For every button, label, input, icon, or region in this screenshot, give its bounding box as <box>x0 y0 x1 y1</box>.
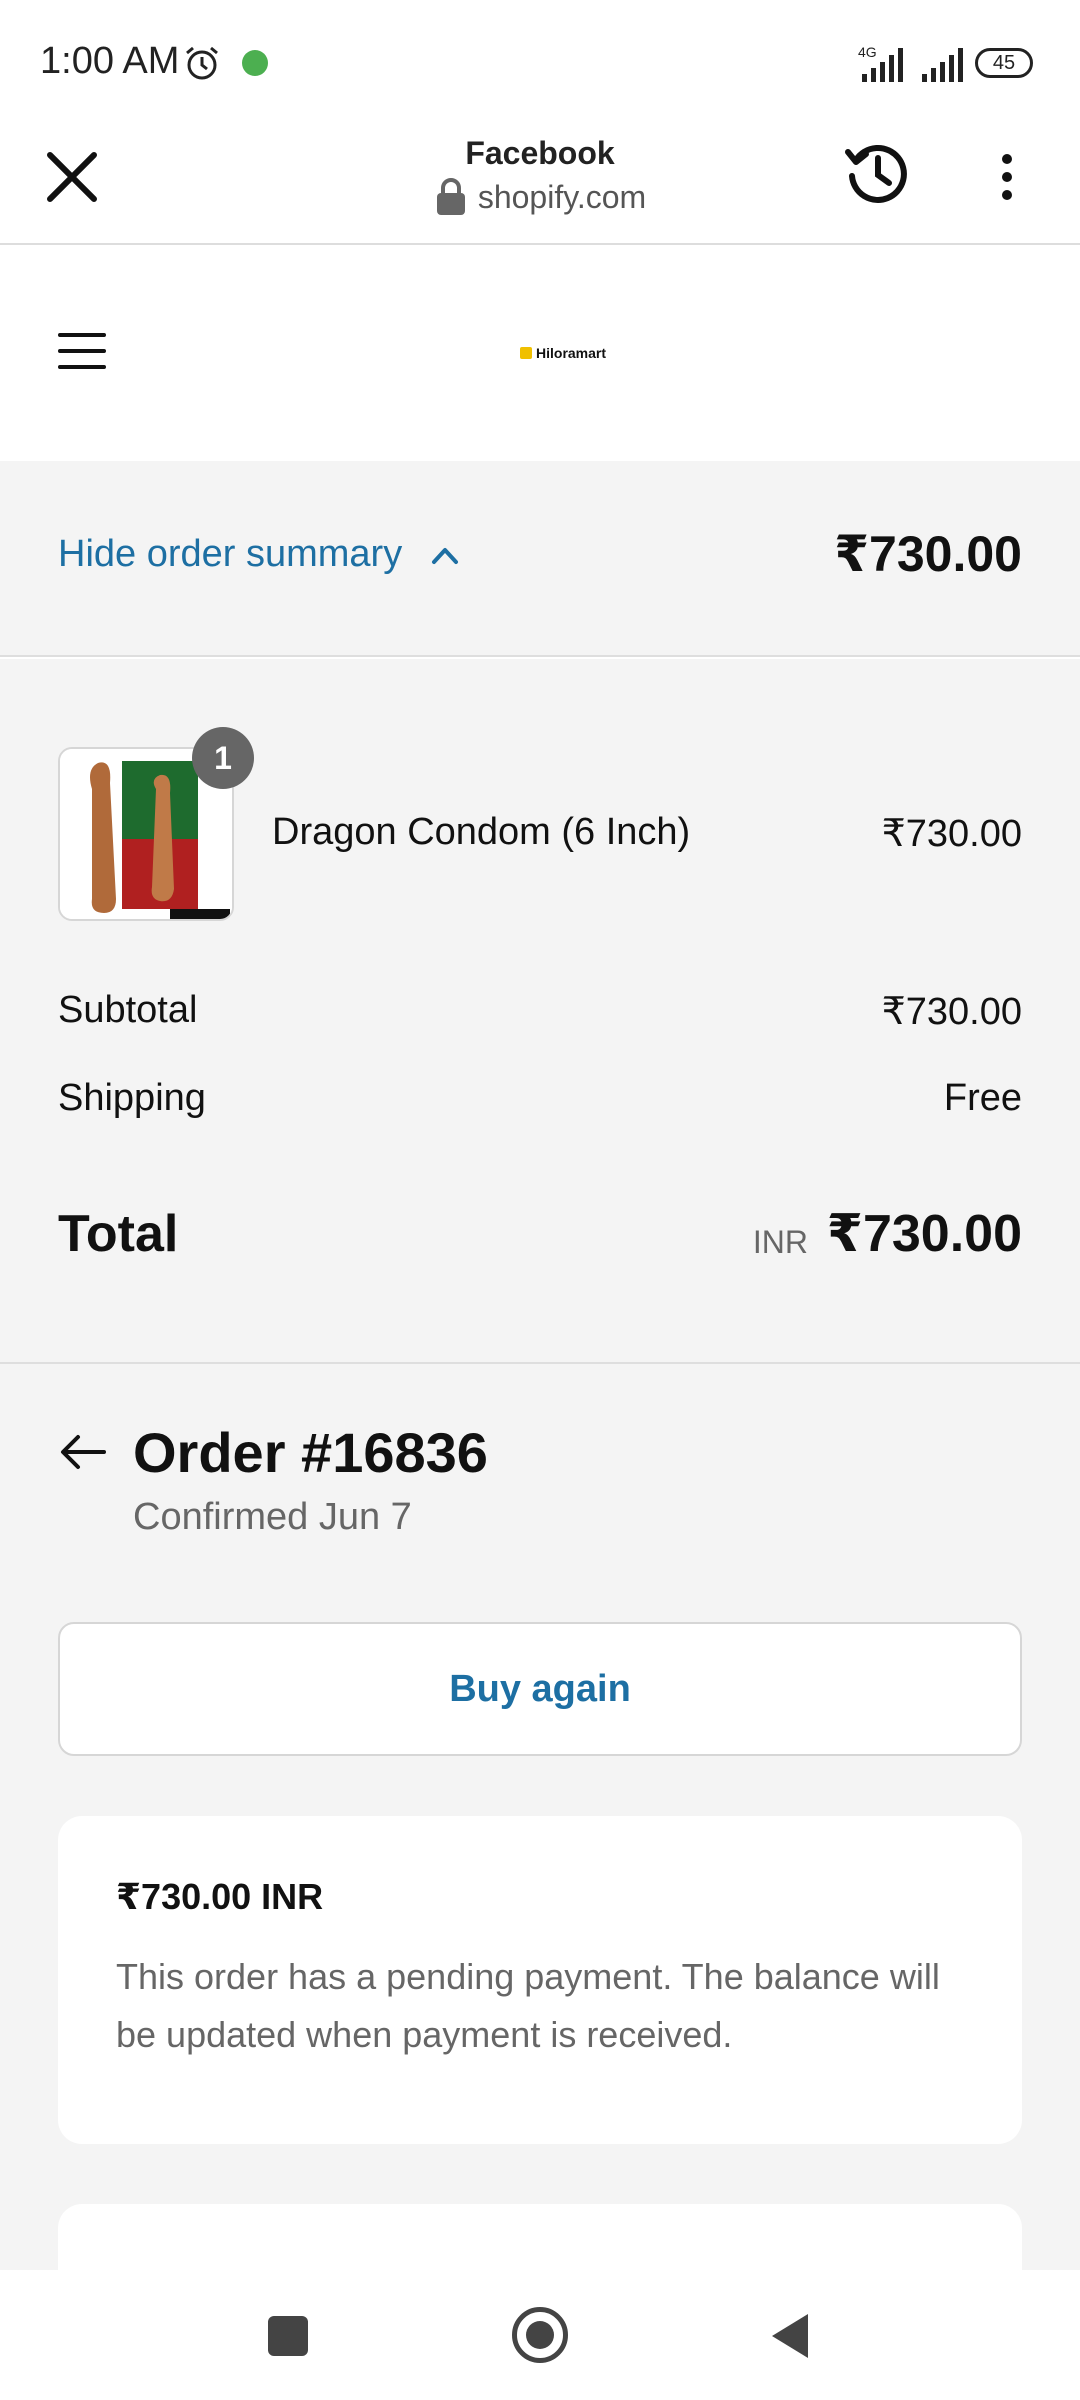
summary-total: ₹730.00 <box>834 526 1022 582</box>
payment-amount: ₹730.00 INR <box>116 1876 324 1917</box>
more-options-icon[interactable] <box>990 151 1024 203</box>
whatsapp-notification-icon <box>242 50 268 76</box>
signal-icon-2 <box>922 46 963 82</box>
quantity-badge: 1 <box>192 727 254 789</box>
status-time: 1:00 AM <box>40 40 180 82</box>
order-title: Order #16836 <box>133 1421 488 1484</box>
shipping-value: Free <box>943 1077 1022 1119</box>
total-label: Total <box>58 1205 179 1263</box>
menu-icon[interactable] <box>58 333 106 373</box>
lock-icon <box>436 178 465 215</box>
buy-again-button[interactable]: Buy again <box>58 1622 1022 1756</box>
product-name: Dragon Condom (6 Inch) <box>272 811 691 853</box>
product-price: ₹730.00 <box>881 813 1022 855</box>
page-url: shopify.com <box>477 178 647 215</box>
logo-mark-icon <box>520 347 532 359</box>
history-icon[interactable] <box>842 138 912 208</box>
home-button[interactable] <box>512 2307 568 2363</box>
order-status-section: Order #16836 Confirmed Jun 7 Buy again ₹… <box>0 1364 1080 2324</box>
subtotal-label: Subtotal <box>58 989 198 1031</box>
page-title: Facebook <box>465 135 615 171</box>
payment-note: This order has a pending payment. The ba… <box>116 1956 940 2055</box>
signal-icon <box>862 46 903 82</box>
battery-icon: 45 <box>975 48 1033 78</box>
subtotal-value: ₹730.00 <box>881 991 1022 1033</box>
store-logo[interactable]: Hiloramart <box>520 345 606 361</box>
total-currency: INR <box>752 1224 808 1260</box>
alarm-icon <box>186 46 218 80</box>
recents-button[interactable] <box>268 2316 308 2356</box>
total-value: ₹730.00 <box>826 1205 1022 1263</box>
browser-toolbar: Facebook shopify.com <box>0 125 1080 245</box>
shipping-label: Shipping <box>58 1077 206 1119</box>
order-confirmed-date: Confirmed Jun 7 <box>133 1496 412 1538</box>
back-triangle-icon[interactable] <box>770 2312 810 2360</box>
status-bar: 1:00 AM 4G 45 <box>0 0 1080 125</box>
chevron-up-icon <box>432 548 458 564</box>
payment-status-card: ₹730.00 INR This order has a pending pay… <box>58 1816 1022 2144</box>
order-summary: 1 Dragon Condom (6 Inch) ₹730.00 Subtota… <box>0 659 1080 1364</box>
back-arrow-icon[interactable] <box>58 1432 108 1472</box>
system-nav-bar <box>0 2270 1080 2400</box>
toggle-label[interactable]: Hide order summary <box>58 533 402 576</box>
order-summary-toggle[interactable]: Hide order summary ₹730.00 <box>0 461 1080 657</box>
url-display: shopify.com <box>0 177 1080 217</box>
store-header: Hiloramart <box>0 245 1080 461</box>
logo-text: Hiloramart <box>536 345 607 361</box>
